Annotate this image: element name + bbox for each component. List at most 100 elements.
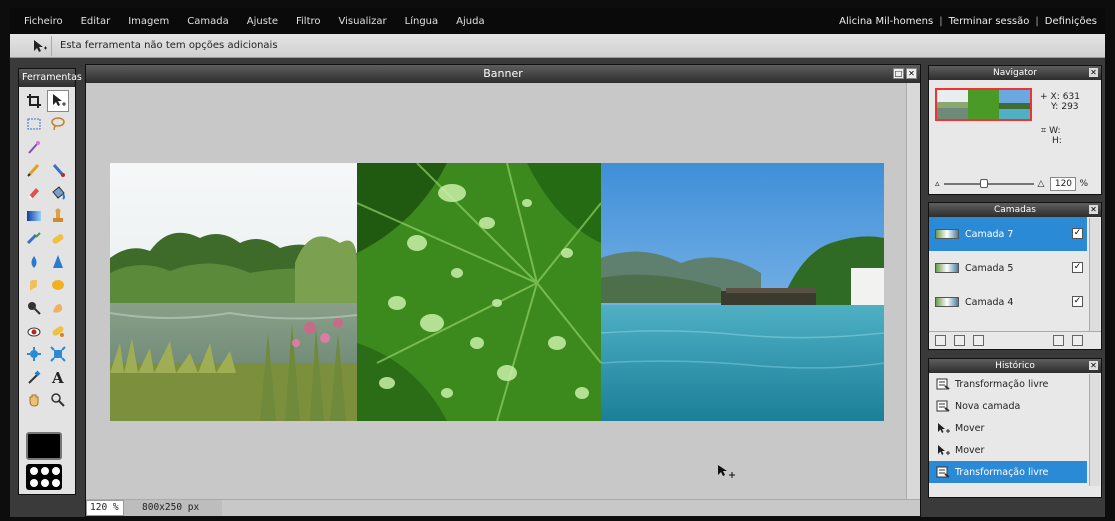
move-icon[interactable] (47, 90, 69, 112)
history-item[interactable]: Mover (929, 439, 1087, 461)
dot (41, 478, 49, 487)
history-scrollbar[interactable] (1089, 374, 1100, 486)
user-name-link[interactable]: Alicina Mil-homens (839, 16, 933, 27)
menu-editar[interactable]: Editar (72, 16, 120, 27)
bloat-icon[interactable] (23, 343, 45, 365)
history-item[interactable]: Transformação livre (929, 461, 1087, 483)
heal-icon[interactable] (47, 228, 69, 250)
layer-style-icon[interactable] (935, 335, 946, 346)
navigator-thumbnail[interactable] (935, 88, 1032, 121)
history-item-label: Mover (955, 422, 985, 434)
layer-mask-icon[interactable] (954, 335, 965, 346)
menu-ficheiro[interactable]: Ficheiro (10, 16, 72, 27)
primary-color-swatch[interactable] (26, 432, 62, 460)
history-title-bar: Histórico ✕ (929, 359, 1101, 373)
layer-row[interactable]: Camada 7 ✓ (929, 217, 1087, 251)
history-item-label: Transformação livre (955, 466, 1049, 478)
maximize-icon[interactable]: □ (893, 68, 904, 79)
hand-icon[interactable] (23, 389, 45, 411)
layer-name: Camada 7 (965, 228, 1014, 240)
color-replace-icon[interactable] (23, 228, 45, 250)
history-item[interactable]: Mover (929, 417, 1087, 439)
new-layer-icon[interactable] (1053, 335, 1064, 346)
layer-row[interactable]: Camada 4 ✓ (929, 285, 1087, 319)
crop-icon[interactable] (23, 90, 45, 112)
smudge-icon[interactable] (23, 274, 45, 296)
zoom-icon[interactable] (47, 389, 69, 411)
document-title: Banner (483, 67, 523, 80)
logout-link[interactable]: Terminar sessão (949, 16, 1030, 27)
zoom-out-icon[interactable]: ▵ (935, 179, 940, 189)
history-item-label: Nova camada (955, 400, 1021, 412)
sponge-icon[interactable] (47, 274, 69, 296)
transform-icon (935, 377, 951, 391)
svg-text:A: A (51, 369, 64, 385)
zoom-input[interactable]: 120 (1050, 177, 1077, 191)
close-icon[interactable]: ✕ (1089, 361, 1098, 370)
close-icon[interactable]: ✕ (1089, 68, 1098, 77)
gradient-icon[interactable] (23, 205, 45, 227)
blur-icon[interactable] (23, 251, 45, 273)
magic-wand-icon[interactable] (23, 136, 45, 158)
separator: | (939, 15, 943, 27)
transform-icon (935, 399, 951, 413)
delete-layer-icon[interactable] (1072, 335, 1083, 346)
layer-thumbnail (935, 229, 959, 239)
tools-grid: A (19, 87, 75, 414)
menu-filtro[interactable]: Filtro (287, 16, 330, 27)
document-status-bar: 120 % 800x250 px (86, 499, 920, 516)
canvas-area[interactable] (86, 83, 906, 501)
transform-icon (935, 465, 951, 479)
window-controls: □ ✕ (893, 68, 917, 79)
menu-imagem[interactable]: Imagem (119, 16, 178, 27)
marquee-icon[interactable] (23, 113, 45, 135)
clone-stamp-icon[interactable] (47, 205, 69, 227)
close-icon[interactable]: ✕ (1089, 205, 1098, 214)
zoom-field[interactable]: 120 % (86, 500, 124, 516)
spot-heal-icon[interactable] (47, 320, 69, 342)
menu-lingua[interactable]: Língua (396, 16, 448, 27)
menu-visualizar[interactable]: Visualizar (330, 16, 396, 27)
lasso-icon[interactable] (47, 113, 69, 135)
empty-slot (47, 136, 69, 158)
red-eye-icon[interactable] (23, 320, 45, 342)
zoom-slider-handle[interactable] (979, 179, 988, 188)
layer-visibility-checkbox[interactable]: ✓ (1072, 228, 1083, 239)
layer-name: Camada 4 (965, 296, 1014, 308)
fill-bucket-icon[interactable] (47, 182, 69, 204)
move-icon (935, 421, 951, 435)
layer-settings-icon[interactable] (973, 335, 984, 346)
sharpen-icon[interactable] (47, 251, 69, 273)
menu-ajuda[interactable]: Ajuda (447, 16, 493, 27)
crosshair-icon: + (1040, 92, 1048, 102)
document-title-bar[interactable]: Banner □ ✕ (86, 65, 920, 83)
history-item[interactable]: Transformação livre (929, 373, 1087, 395)
brush-icon[interactable] (47, 159, 69, 181)
eraser-icon[interactable] (23, 182, 45, 204)
move-cursor-icon (717, 464, 737, 483)
vertical-scrollbar[interactable] (906, 83, 920, 501)
menu-camada[interactable]: Camada (178, 16, 237, 27)
pencil-icon[interactable] (23, 159, 45, 181)
toolbox-panel: Ferramentas A (18, 68, 82, 495)
more-tools-button[interactable] (26, 464, 62, 490)
zoom-in-icon[interactable]: △ (1038, 179, 1045, 189)
layers-scrollbar[interactable] (1089, 218, 1100, 331)
color-picker-icon[interactable] (23, 366, 45, 388)
dodge-icon[interactable] (23, 297, 45, 319)
banner-image[interactable] (110, 163, 884, 421)
close-icon[interactable]: ✕ (906, 68, 917, 79)
text-icon[interactable]: A (47, 366, 69, 388)
app-window: Ficheiro Editar Imagem Camada Ajuste Fil… (10, 8, 1105, 517)
menu-ajuste[interactable]: Ajuste (238, 16, 287, 27)
burn-icon[interactable] (47, 297, 69, 319)
pinch-icon[interactable] (47, 343, 69, 365)
settings-link[interactable]: Definições (1045, 16, 1097, 27)
dot (41, 467, 49, 475)
zoom-slider[interactable] (943, 179, 1034, 188)
layer-row[interactable]: Camada 5 ✓ (929, 251, 1087, 285)
history-item[interactable]: Nova camada (929, 395, 1087, 417)
layer-visibility-checkbox[interactable]: ✓ (1072, 296, 1083, 307)
layer-visibility-checkbox[interactable]: ✓ (1072, 262, 1083, 273)
cursor-coordinates: + X: 631 Y: 293 (1040, 92, 1080, 112)
